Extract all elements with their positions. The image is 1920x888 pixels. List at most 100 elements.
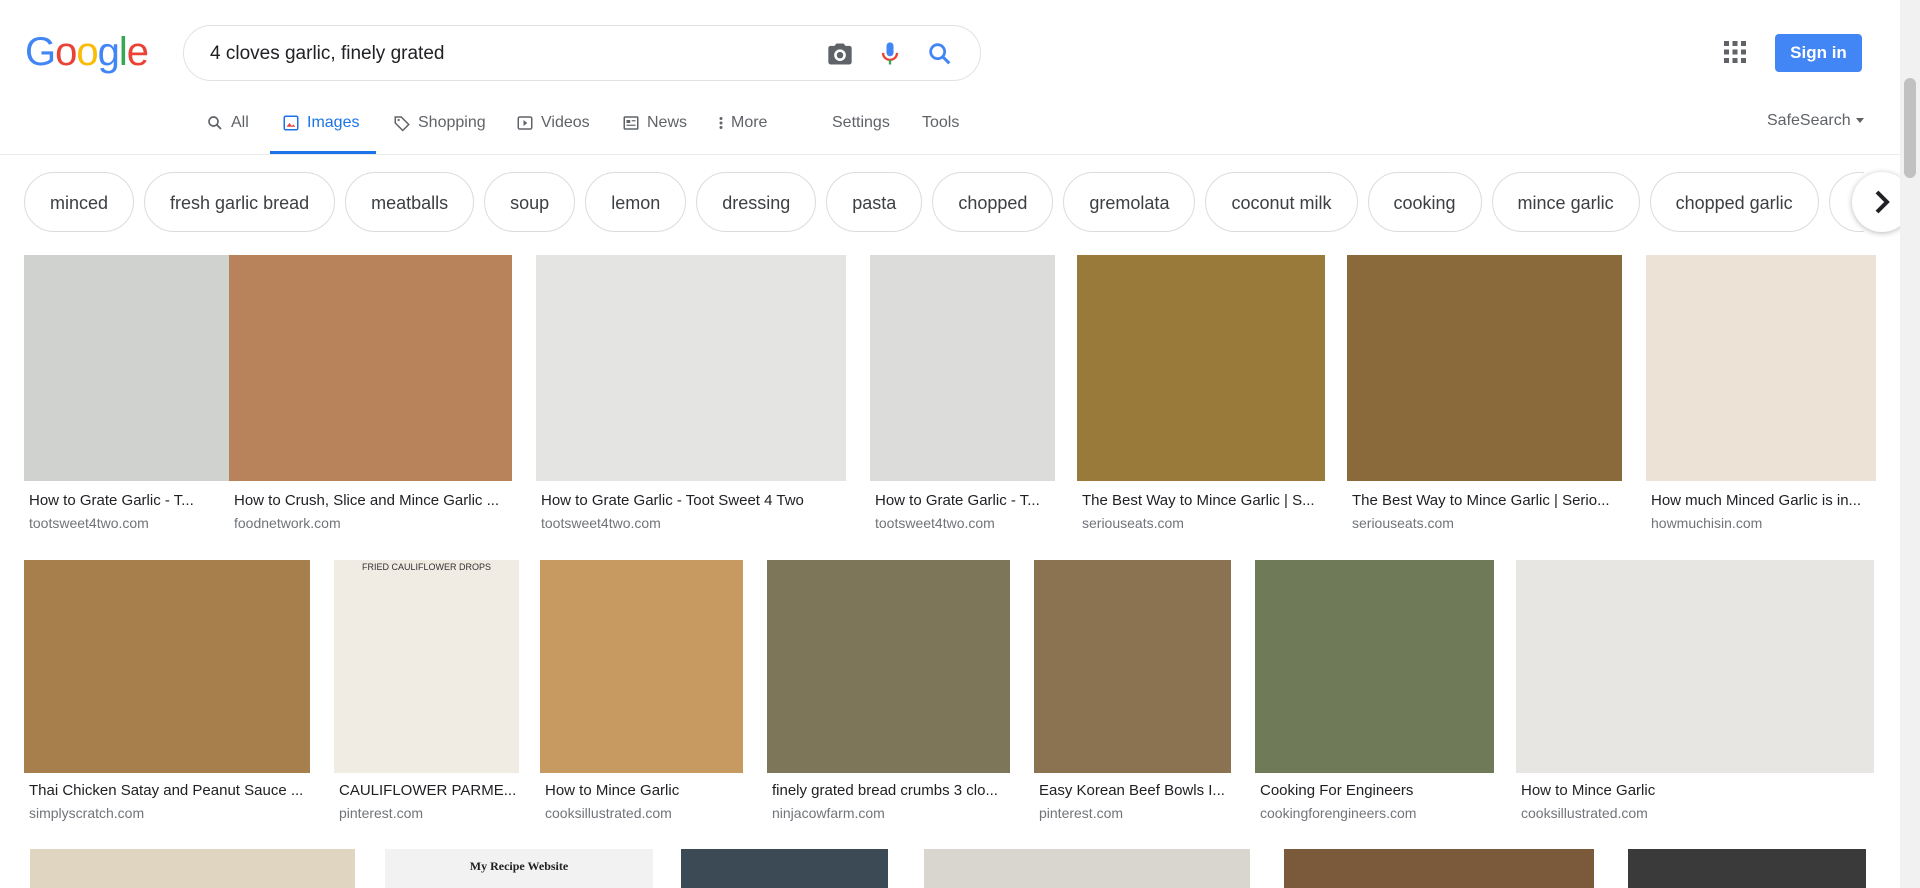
search-input[interactable] bbox=[208, 40, 772, 68]
image-icon bbox=[283, 115, 299, 131]
tab-label: Images bbox=[307, 114, 360, 131]
microphone-icon[interactable] bbox=[876, 40, 904, 68]
tools-link[interactable]: Tools bbox=[922, 114, 959, 132]
image-thumbnail[interactable] bbox=[229, 255, 512, 481]
image-result-title[interactable]: How to Crush, Slice and Mince Garlic ... bbox=[234, 492, 509, 509]
tab-news[interactable]: News bbox=[622, 103, 687, 154]
logo-letter: l bbox=[118, 30, 128, 74]
tab-label: Shopping bbox=[418, 114, 486, 131]
related-search-chip[interactable]: gremolata bbox=[1063, 172, 1196, 232]
image-result-title[interactable]: The Best Way to Mince Garlic | Serio... bbox=[1352, 492, 1619, 509]
image-thumbnail[interactable] bbox=[681, 849, 888, 888]
image-thumbnail[interactable] bbox=[1255, 560, 1494, 773]
related-search-chip[interactable]: chopped bbox=[932, 172, 1054, 232]
camera-icon[interactable] bbox=[826, 40, 854, 68]
image-result-source: simplyscratch.com bbox=[29, 805, 145, 821]
apps-grid-icon[interactable] bbox=[1724, 41, 1746, 63]
search-icon bbox=[208, 116, 222, 130]
image-thumbnail[interactable] bbox=[334, 560, 519, 773]
search-box[interactable] bbox=[183, 25, 981, 81]
image-result-title[interactable]: The Best Way to Mince Garlic | S... bbox=[1082, 492, 1322, 509]
tab-images[interactable]: Images bbox=[270, 103, 376, 154]
image-result-title[interactable]: How much Minced Garlic is in... bbox=[1651, 492, 1873, 509]
thumbnail-caption: FRIED CAULIFLOWER DROPS bbox=[361, 562, 491, 572]
related-searches-chips: minced fresh garlic bread meatballs soup lem… bbox=[24, 172, 1864, 234]
image-result-title[interactable]: CAULIFLOWER PARME... bbox=[339, 782, 516, 799]
tab-videos[interactable]: Videos bbox=[516, 103, 590, 154]
image-result-source: howmuchisin.com bbox=[1651, 515, 1763, 531]
related-search-chip[interactable]: coconut milk bbox=[1205, 172, 1358, 232]
tab-label: News bbox=[647, 114, 688, 131]
image-thumbnail[interactable] bbox=[1077, 255, 1325, 481]
image-thumbnail[interactable] bbox=[1516, 560, 1874, 773]
image-thumbnail[interactable] bbox=[1628, 849, 1866, 888]
image-thumbnail[interactable] bbox=[767, 560, 1010, 773]
related-search-chip[interactable]: minced bbox=[24, 172, 135, 232]
scrollbar-thumb[interactable] bbox=[1904, 78, 1916, 178]
settings-link[interactable]: Settings bbox=[832, 114, 890, 132]
image-result-title[interactable]: How to Mince Garlic bbox=[1521, 782, 1871, 799]
newspaper-icon bbox=[623, 116, 639, 130]
image-thumbnail[interactable]: My Recipe Website bbox=[385, 849, 653, 888]
image-result-source: tootsweet4two.com bbox=[875, 515, 995, 531]
image-thumbnail[interactable] bbox=[536, 255, 846, 481]
related-search-chip[interactable]: cooking bbox=[1367, 172, 1482, 232]
more-vert-icon bbox=[719, 117, 723, 129]
thumbnail-caption: My Recipe Website bbox=[469, 859, 569, 873]
logo-letter: G bbox=[25, 30, 56, 74]
image-thumbnail[interactable] bbox=[870, 255, 1055, 481]
sign-in-button[interactable]: Sign in bbox=[1775, 34, 1862, 72]
image-result-title[interactable]: How to Mince Garlic bbox=[545, 782, 740, 799]
play-icon bbox=[517, 116, 533, 130]
image-result-title[interactable]: Cooking For Engineers bbox=[1260, 782, 1491, 799]
image-thumbnail[interactable] bbox=[924, 849, 1250, 888]
logo-letter: g bbox=[97, 30, 120, 74]
image-thumbnail[interactable] bbox=[1034, 560, 1231, 773]
tag-icon bbox=[394, 116, 410, 132]
tab-shopping[interactable]: Shopping bbox=[393, 103, 486, 154]
tab-label: All bbox=[231, 114, 249, 131]
image-thumbnail[interactable] bbox=[30, 849, 355, 888]
related-search-chip[interactable]: lemon bbox=[585, 172, 687, 232]
related-search-chip[interactable]: mince garlic bbox=[1491, 172, 1640, 232]
scrollbar[interactable] bbox=[1900, 0, 1920, 888]
image-result-source: foodnetwork.com bbox=[234, 515, 341, 531]
logo-letter: e bbox=[126, 30, 149, 74]
safesearch-label: SafeSearch bbox=[1767, 112, 1851, 129]
tab-all[interactable]: All bbox=[206, 103, 249, 154]
caret-down-icon bbox=[1856, 118, 1865, 123]
image-result-source: cooksillustrated.com bbox=[1521, 805, 1648, 821]
related-search-chip[interactable]: chopped garlic bbox=[1649, 172, 1819, 232]
safesearch-dropdown[interactable]: SafeSearch bbox=[1767, 112, 1865, 130]
related-search-chip[interactable]: meatballs bbox=[345, 172, 475, 232]
image-result-source: seriouseats.com bbox=[1352, 515, 1454, 531]
image-result-source: cooksillustrated.com bbox=[545, 805, 672, 821]
image-result-source: tootsweet4two.com bbox=[29, 515, 149, 531]
image-result-title[interactable]: Easy Korean Beef Bowls I... bbox=[1039, 782, 1228, 799]
image-result-source: tootsweet4two.com bbox=[541, 515, 661, 531]
related-search-chip[interactable]: fresh garlic bread bbox=[144, 172, 336, 232]
image-thumbnail[interactable] bbox=[1646, 255, 1876, 481]
image-result-source: ninjacowfarm.com bbox=[772, 805, 885, 821]
image-result-title[interactable]: finely grated bread crumbs 3 clo... bbox=[772, 782, 1007, 799]
image-thumbnail[interactable] bbox=[1284, 849, 1594, 888]
image-thumbnail[interactable] bbox=[24, 560, 310, 773]
logo-letter: o bbox=[76, 30, 98, 74]
search-icon[interactable] bbox=[926, 40, 954, 68]
image-result-source: seriouseats.com bbox=[1082, 515, 1184, 531]
tab-label: Videos bbox=[541, 114, 590, 131]
logo-letter: o bbox=[55, 30, 77, 74]
image-result-source: pinterest.com bbox=[339, 805, 424, 821]
related-search-chip[interactable]: pasta bbox=[826, 172, 923, 232]
google-logo[interactable]: Google bbox=[25, 30, 149, 75]
image-result-title[interactable]: How to Grate Garlic - T... bbox=[875, 492, 1052, 509]
image-result-source: pinterest.com bbox=[1039, 805, 1124, 821]
image-result-title[interactable]: How to Grate Garlic - Toot Sweet 4 Two bbox=[541, 492, 843, 509]
related-search-chip[interactable]: dressing bbox=[696, 172, 817, 232]
image-thumbnail[interactable] bbox=[1347, 255, 1622, 481]
tab-more[interactable]: More bbox=[717, 103, 767, 154]
image-result-title[interactable]: Thai Chicken Satay and Peanut Sauce ... bbox=[29, 782, 307, 799]
image-result-source: cookingforengineers.com bbox=[1260, 805, 1417, 821]
image-thumbnail[interactable] bbox=[540, 560, 743, 773]
related-search-chip[interactable]: soup bbox=[484, 172, 576, 232]
